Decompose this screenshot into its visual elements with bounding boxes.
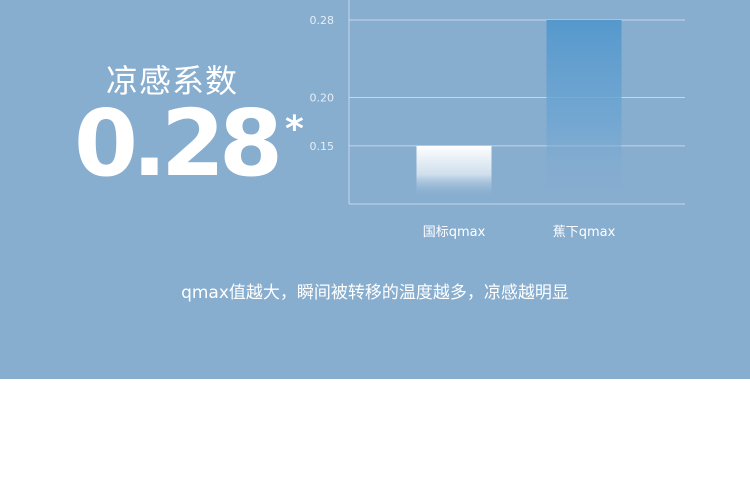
- y-tick-labels: 0.15 0.20 0.28: [310, 14, 335, 153]
- qmax-caption: qmax值越大，瞬间被转移的温度越多，凉感越明显: [181, 283, 569, 303]
- bar-national-standard: [416, 145, 492, 198]
- y-tick-label: 0.15: [310, 140, 335, 153]
- x-category-labels: 国标qmax 蕉下qmax: [423, 225, 616, 240]
- y-tick-label: 0.28: [310, 14, 335, 27]
- hero-panel: 凉感系数 0.28 * 0.15 0.20 0.28 国标qmax 蕉下qmax qma…: [0, 0, 750, 379]
- grid-lines: [349, 19, 685, 147]
- bar-jiaoxia: [546, 20, 622, 198]
- y-tick-label: 0.20: [310, 91, 335, 104]
- qmax-bar-chart: 0.15 0.20 0.28 国标qmax 蕉下qmax: [310, 0, 685, 240]
- bars: [416, 20, 622, 198]
- x-category-label: 国标qmax: [423, 225, 486, 240]
- x-category-label: 蕉下qmax: [553, 225, 616, 240]
